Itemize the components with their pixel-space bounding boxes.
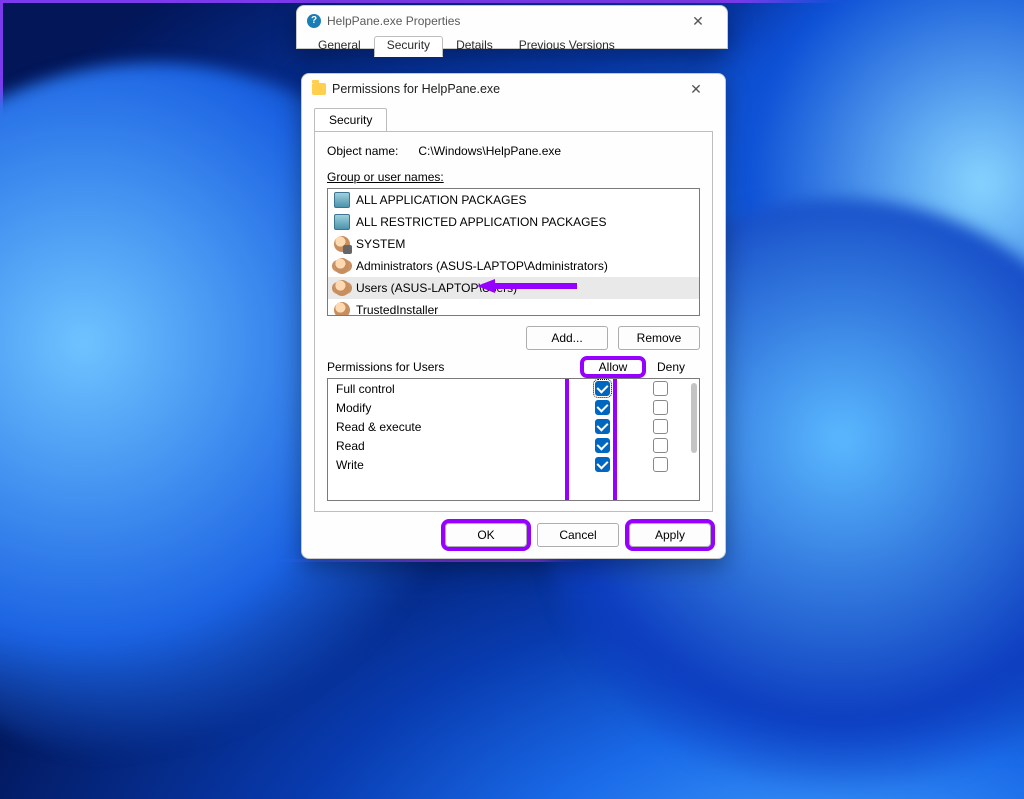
package-icon [334, 192, 350, 208]
permission-name: Modify [336, 401, 573, 415]
table-row: Full control [328, 379, 699, 398]
close-icon[interactable]: ✕ [677, 75, 715, 103]
package-icon [334, 214, 350, 230]
list-item-label: ALL RESTRICTED APPLICATION PACKAGES [356, 215, 607, 229]
table-row: Write [328, 455, 699, 474]
list-item[interactable]: ALL RESTRICTED APPLICATION PACKAGES [328, 211, 699, 233]
remove-button[interactable]: Remove [618, 326, 700, 350]
deny-checkbox[interactable] [653, 457, 668, 472]
help-icon: ? [307, 14, 321, 28]
properties-titlebar[interactable]: ? HelpPane.exe Properties ✕ [297, 6, 727, 36]
users-icon [334, 302, 350, 316]
tab-security[interactable]: Security [314, 108, 387, 131]
tab-previous-versions[interactable]: Previous Versions [506, 36, 628, 57]
permission-name: Read [336, 439, 573, 453]
add-button[interactable]: Add... [526, 326, 608, 350]
permissions-title: Permissions for HelpPane.exe [332, 82, 500, 96]
close-icon[interactable]: ✕ [679, 7, 717, 35]
scrollbar-thumb[interactable] [691, 383, 697, 453]
table-row: Read [328, 436, 699, 455]
deny-header: Deny [642, 360, 700, 374]
folder-icon [312, 83, 326, 95]
tab-general[interactable]: General [305, 36, 374, 57]
list-item-label: ALL APPLICATION PACKAGES [356, 193, 527, 207]
allow-header: Allow [584, 360, 642, 374]
users-icon [334, 258, 350, 274]
permission-name: Full control [336, 382, 573, 396]
properties-title: HelpPane.exe Properties [327, 14, 460, 28]
list-item[interactable]: TrustedInstaller [328, 299, 699, 316]
object-name-value: C:\Windows\HelpPane.exe [418, 144, 561, 158]
allow-column-highlight [567, 378, 615, 501]
permissions-titlebar[interactable]: Permissions for HelpPane.exe ✕ [302, 74, 725, 104]
system-user-icon [334, 236, 350, 252]
list-item-label: Users (ASUS-LAPTOP\Users) [356, 281, 517, 295]
properties-window: ? HelpPane.exe Properties ✕ GeneralSecur… [296, 5, 728, 49]
list-item[interactable]: SYSTEM [328, 233, 699, 255]
list-item-label: SYSTEM [356, 237, 405, 251]
users-icon [334, 280, 350, 296]
tab-details[interactable]: Details [443, 36, 506, 57]
permissions-for-label: Permissions for Users [327, 360, 584, 374]
list-item-label: Administrators (ASUS-LAPTOP\Administrato… [356, 259, 608, 273]
permission-name: Write [336, 458, 573, 472]
cancel-button[interactable]: Cancel [537, 523, 619, 547]
deny-checkbox[interactable] [653, 400, 668, 415]
table-row: Read & execute [328, 417, 699, 436]
groups-listbox[interactable]: ALL APPLICATION PACKAGES ALL RESTRICTED A… [327, 188, 700, 316]
list-item-label: TrustedInstaller [356, 303, 438, 316]
table-row: Modify [328, 398, 699, 417]
deny-checkbox[interactable] [653, 419, 668, 434]
object-name-label: Object name: [327, 144, 398, 158]
deny-checkbox[interactable] [653, 381, 668, 396]
properties-tabs: GeneralSecurityDetailsPrevious Versions [297, 36, 727, 57]
list-item[interactable]: Users (ASUS-LAPTOP\Users) [328, 277, 699, 299]
list-item[interactable]: Administrators (ASUS-LAPTOP\Administrato… [328, 255, 699, 277]
groups-label: Group or user names: [327, 170, 700, 184]
permission-name: Read & execute [336, 420, 573, 434]
permissions-table[interactable]: Full control Modify Read & execute Read Writ… [327, 378, 700, 501]
permissions-window: Permissions for HelpPane.exe ✕ Security … [301, 73, 726, 559]
ok-button[interactable]: OK [445, 523, 527, 547]
apply-button[interactable]: Apply [629, 523, 711, 547]
tab-security[interactable]: Security [374, 36, 443, 57]
deny-checkbox[interactable] [653, 438, 668, 453]
list-item[interactable]: ALL APPLICATION PACKAGES [328, 189, 699, 211]
